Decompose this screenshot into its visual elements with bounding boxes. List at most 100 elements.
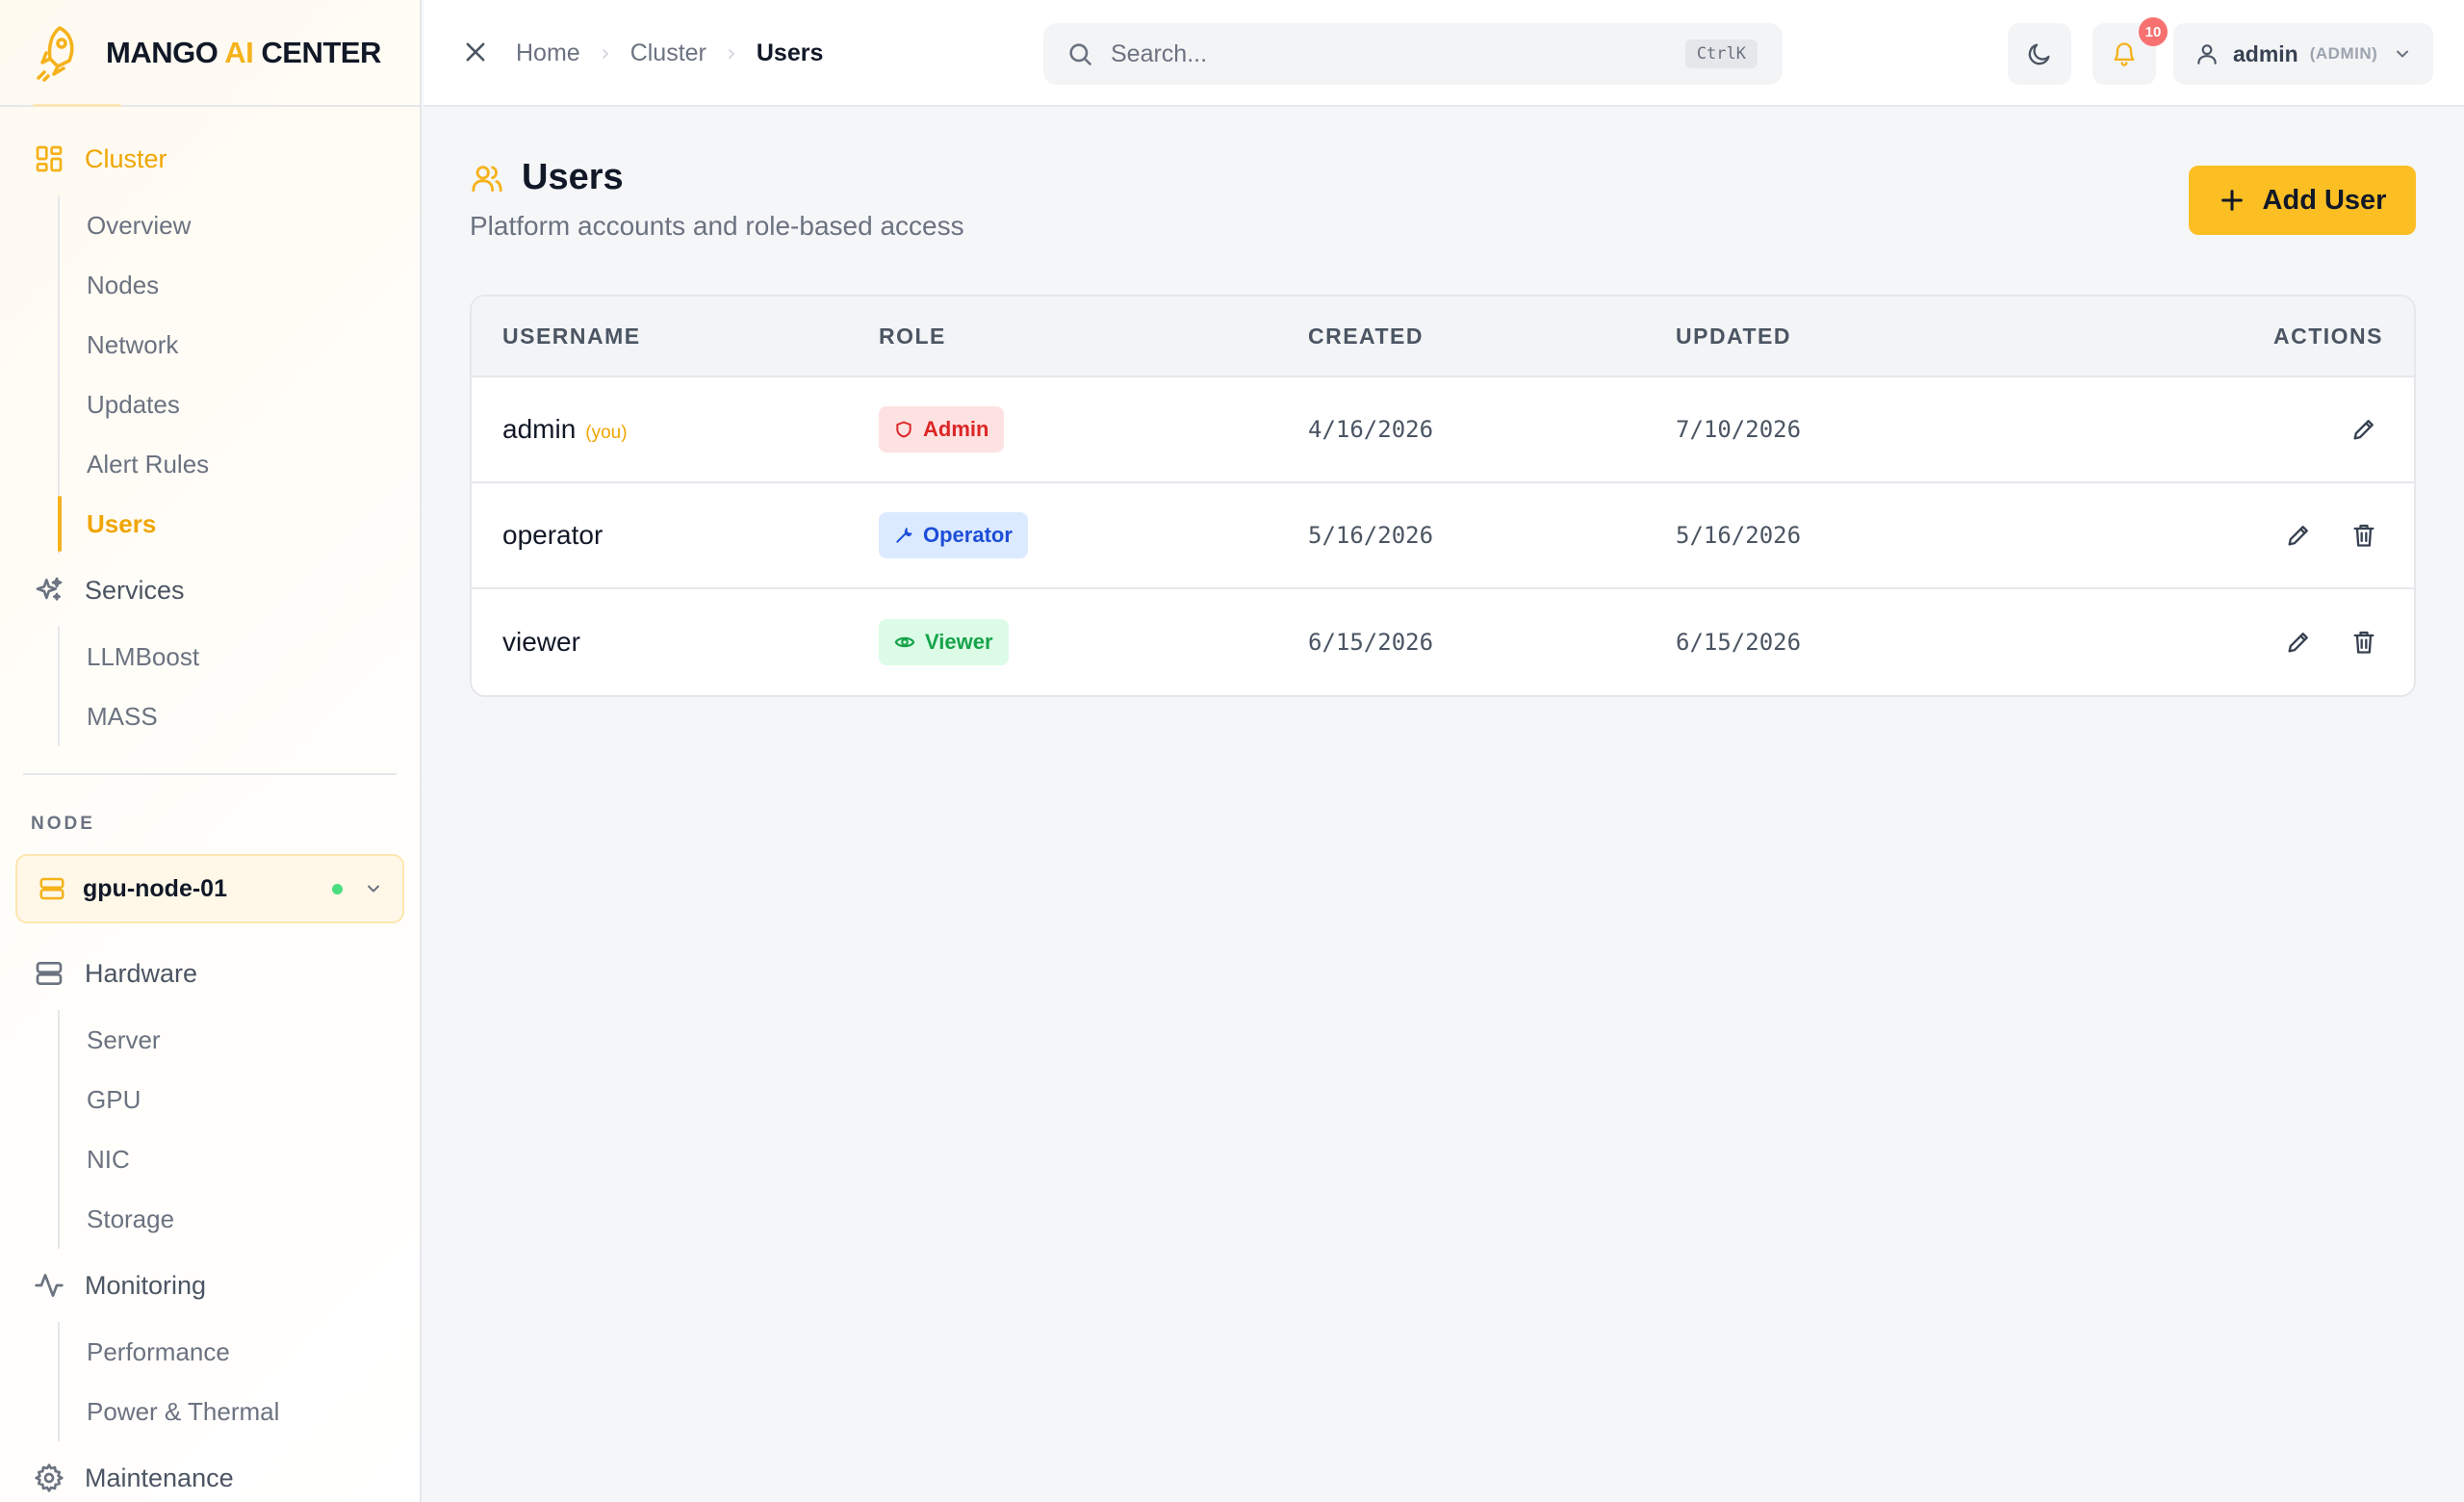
sidebar-item-performance[interactable]: Performance <box>60 1322 420 1382</box>
node-section-label: NODE <box>31 814 95 834</box>
sidebar-section-hardware[interactable]: Hardware <box>0 945 420 1002</box>
chevron-down-icon <box>364 879 383 898</box>
page-subtitle: Platform accounts and role-based access <box>470 211 964 241</box>
brand-name: MANGO AI CENTER <box>106 35 381 69</box>
role-badge-operator: Operator <box>879 512 1028 558</box>
updated-cell: 6/15/2026 <box>1676 629 1802 656</box>
plus-icon <box>2219 187 2246 214</box>
user-name: admin <box>2233 40 2298 66</box>
sidebar-item-gpu[interactable]: GPU <box>60 1070 420 1129</box>
column-header-role[interactable]: ROLE <box>879 324 1308 350</box>
add-user-label: Add User <box>2262 184 2387 216</box>
sidebar-item-overview[interactable]: Overview <box>60 195 420 255</box>
chevron-down-icon <box>2393 44 2412 64</box>
sidebar-section-maintenance[interactable]: Maintenance <box>0 1449 420 1502</box>
trash-icon[interactable] <box>2345 516 2383 555</box>
shield-icon <box>894 420 913 439</box>
activity-icon <box>33 1269 65 1302</box>
sparkles-icon <box>33 574 65 607</box>
sidebar-item-server[interactable]: Server <box>60 1010 420 1070</box>
column-header-created[interactable]: CREATED <box>1308 324 1676 350</box>
chevron-right-icon <box>598 46 613 62</box>
services-subnav: LLMBoost MASS <box>58 627 420 746</box>
monitoring-subnav: Performance Power & Thermal <box>58 1322 420 1441</box>
updated-cell: 5/16/2026 <box>1676 522 1802 549</box>
edit-pencil-icon[interactable] <box>2345 410 2383 449</box>
role-label: Viewer <box>925 630 993 654</box>
column-header-username[interactable]: USERNAME <box>472 324 879 350</box>
theme-toggle-button[interactable] <box>2008 23 2071 85</box>
sidebar-item-nodes[interactable]: Nodes <box>60 255 420 315</box>
sidebar-item-network[interactable]: Network <box>60 315 420 375</box>
topbar: Home Cluster Users Search... CtrlK 10 ad… <box>424 0 2464 107</box>
created-cell: 4/16/2026 <box>1308 416 1434 443</box>
table-row: operator Operator 5/16/2026 5/16/2026 <box>472 483 2414 589</box>
updated-cell: 7/10/2026 <box>1676 416 1802 443</box>
sidebar-item-power-thermal[interactable]: Power & Thermal <box>60 1382 420 1441</box>
node-selector[interactable]: gpu-node-01 <box>15 854 404 923</box>
sidebar-item-nic[interactable]: NIC <box>60 1129 420 1189</box>
breadcrumb-cluster[interactable]: Cluster <box>630 39 706 67</box>
sidebar-section-label: Cluster <box>85 143 167 173</box>
breadcrumb-home[interactable]: Home <box>516 39 580 67</box>
server-icon <box>33 957 65 990</box>
rocket-logo-icon <box>33 23 83 83</box>
column-header-updated[interactable]: UPDATED <box>1676 324 2102 350</box>
users-table: USERNAME ROLE CREATED UPDATED ACTIONS ad… <box>470 295 2416 697</box>
page-header: Users Platform accounts and role-based a… <box>470 107 2416 295</box>
breadcrumb: Home Cluster Users <box>516 0 823 107</box>
role-badge-viewer: Viewer <box>879 619 1009 665</box>
sidebar-section-monitoring[interactable]: Monitoring <box>0 1256 420 1314</box>
notifications-button[interactable]: 10 <box>2092 17 2168 85</box>
user-menu-button[interactable]: admin (ADMIN) <box>2173 23 2433 85</box>
chevron-right-icon <box>724 46 739 62</box>
sidebar-divider <box>23 773 397 775</box>
trash-icon[interactable] <box>2345 623 2383 661</box>
brand[interactable]: MANGO AI CENTER <box>0 0 420 107</box>
sidebar-section-cluster[interactable]: Cluster <box>0 130 420 188</box>
role-badge-admin: Admin <box>879 406 1005 453</box>
edit-pencil-icon[interactable] <box>2279 623 2318 661</box>
created-cell: 5/16/2026 <box>1308 522 1434 549</box>
search-icon <box>1066 40 1093 67</box>
sidebar-item-storage[interactable]: Storage <box>60 1189 420 1249</box>
breadcrumb-current: Users <box>756 39 824 66</box>
user-icon <box>2194 41 2220 66</box>
notification-count-badge: 10 <box>2139 17 2168 46</box>
search-placeholder: Search... <box>1111 39 1208 67</box>
username-cell: admin <box>502 414 577 444</box>
server-icon <box>37 873 67 904</box>
node-selector-value: gpu-node-01 <box>83 874 227 902</box>
sidebar-item-updates[interactable]: Updates <box>60 375 420 434</box>
sidebar-item-mass[interactable]: MASS <box>60 686 420 746</box>
close-icon[interactable] <box>458 35 493 69</box>
search-shortcut: CtrlK <box>1684 39 1758 68</box>
bell-icon <box>2111 40 2138 67</box>
cluster-subnav: Overview Nodes Network Updates Alert Rul… <box>58 195 420 554</box>
dashboard-icon <box>33 142 65 175</box>
wrench-icon <box>894 526 913 545</box>
you-tag: (you) <box>585 423 628 443</box>
sidebar-section-label: Services <box>85 575 185 605</box>
gear-icon <box>33 1462 65 1494</box>
sidebar-item-users[interactable]: Users <box>58 494 420 554</box>
node-status-dot <box>332 883 343 894</box>
table-row: admin (you) Admin 4/16/2026 7/10/2026 <box>472 377 2414 483</box>
table-header: USERNAME ROLE CREATED UPDATED ACTIONS <box>472 297 2414 377</box>
page-title: Users <box>522 157 624 197</box>
search-input[interactable]: Search... CtrlK <box>1043 23 1783 85</box>
main-content: Users Platform accounts and role-based a… <box>470 107 2416 697</box>
sidebar-section-services[interactable]: Services <box>0 561 420 619</box>
sidebar: MANGO AI CENTER Cluster Overview Nodes N… <box>0 0 422 1502</box>
edit-pencil-icon[interactable] <box>2279 516 2318 555</box>
add-user-button[interactable]: Add User <box>2189 166 2416 235</box>
role-label: Admin <box>923 417 989 441</box>
sidebar-section-label: Hardware <box>85 958 198 988</box>
sidebar-item-alert-rules[interactable]: Alert Rules <box>60 434 420 494</box>
sidebar-section-label: Monitoring <box>85 1270 207 1300</box>
username-cell: viewer <box>502 627 580 657</box>
user-role: (ADMIN) <box>2309 44 2378 63</box>
username-cell: operator <box>502 520 603 550</box>
moon-icon <box>2026 40 2053 67</box>
sidebar-item-llmboost[interactable]: LLMBoost <box>60 627 420 686</box>
